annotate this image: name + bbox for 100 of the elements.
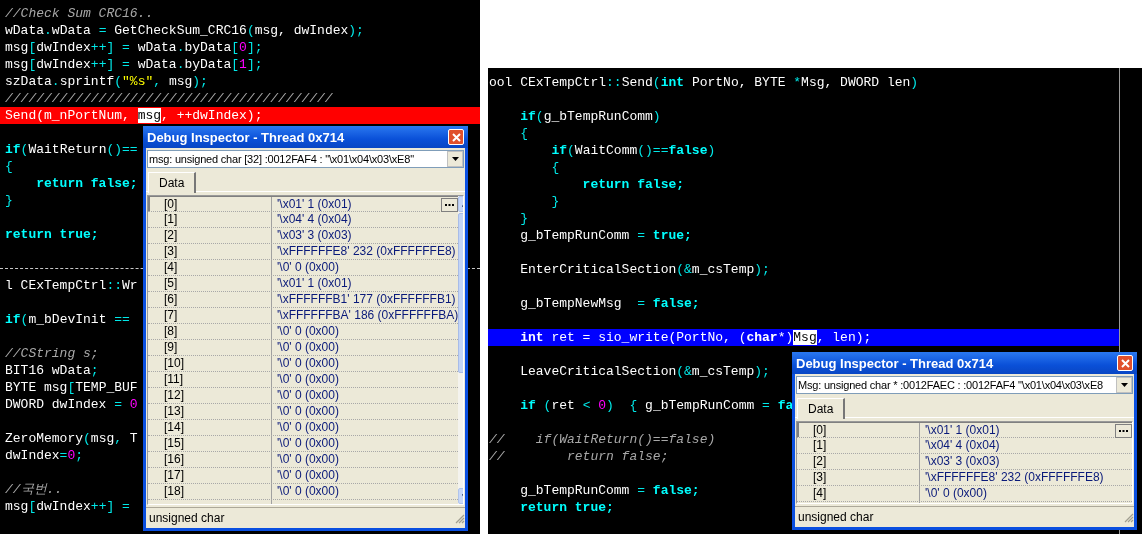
expression-dropdown[interactable]: Msg: unsigned char * :0012FAEC : :0012FAF4 "\x01\x04\x03\xE8 <box>796 376 1133 394</box>
close-button[interactable] <box>448 129 464 145</box>
value-cell-text: '\0' 0 (0x00) <box>924 486 988 501</box>
code-line: //Check Sum CRC16.. <box>4 5 154 22</box>
index-cell-text: [4] <box>812 486 828 501</box>
code-line: return true; <box>519 499 614 516</box>
value-cell-text: '\0' 0 (0x00) <box>276 260 340 275</box>
index-cell-text: [2] <box>812 454 828 469</box>
resize-grip-icon[interactable] <box>1123 511 1134 523</box>
expression-dropdown[interactable]: msg: unsigned char [32] :0012FAF4 : "\x01\x04\x03\xE8" <box>147 150 464 168</box>
code-line: } <box>550 193 560 210</box>
value-cell-text: '\0' 0 (0x00) <box>276 388 340 403</box>
value-cell-text: '\x04' 4 (0x04) <box>924 438 1001 453</box>
code-line: msg[dwIndex++] = wData.byData[0]; <box>4 39 263 56</box>
code-line: EnterCriticalSection(&m_csTemp); <box>519 261 770 278</box>
dropdown-arrow-icon <box>1120 383 1128 387</box>
value-cell-text: '\xFFFFFFB1' 177 (0xFFFFFFB1) <box>276 292 457 307</box>
index-cell-text: [1] <box>163 212 179 227</box>
code-line: dwIndex=0; <box>4 447 84 464</box>
status-text: unsigned char <box>149 511 225 525</box>
index-cell-text: [5] <box>163 276 179 291</box>
value-cell-text: '\0' 0 (0x00) <box>276 468 340 483</box>
code-line: } <box>519 210 528 227</box>
code-line: if(g_bTempRunComm) <box>519 108 661 125</box>
code-line: szData.sprintf("%s", msg); <box>4 73 208 90</box>
status-text: unsigned char <box>798 510 874 524</box>
value-cell-text: '\0' 0 (0x00) <box>276 372 340 387</box>
value-cell-text: '\xFFFFFFBA' 186 (0xFFFFFFBA) <box>276 308 459 323</box>
index-cell-text: [2] <box>163 228 179 243</box>
tab[interactable]: Data <box>148 172 197 193</box>
index-cell-text: [0] <box>163 197 179 212</box>
window-title: Debug Inspector - Thread 0x714 <box>147 129 345 145</box>
close-button[interactable] <box>1117 355 1133 371</box>
code-line: //CString s; <box>4 345 99 362</box>
value-cell-text: '\0' 0 (0x00) <box>276 484 340 499</box>
ellipsis-icon <box>445 203 455 206</box>
code-line: return false; <box>35 175 138 192</box>
value-cell-text: '\0' 0 (0x00) <box>276 404 340 419</box>
code-line: LeaveCriticalSection(&m_csTemp); <box>519 363 770 380</box>
close-icon <box>1120 358 1130 368</box>
index-cell-text: [17] <box>163 468 185 483</box>
code-line: l CExTempCtrl::Wr <box>4 277 138 294</box>
code-line: msg[dwIndex++] = <box>4 498 130 515</box>
index-cell-text: [16] <box>163 452 185 467</box>
ellipsis-icon <box>1119 429 1128 432</box>
value-cell-text: '\0' 0 (0x00) <box>276 436 340 451</box>
code-line: wData.wData = GetCheckSum_CRC16(msg, dwIndex); <box>4 22 364 39</box>
value-cell-text: '\0' 0 (0x00) <box>276 452 340 467</box>
value-cell-text: '\x03' 3 (0x03) <box>276 228 353 243</box>
index-cell-text: [14] <box>163 420 185 435</box>
code-line: return true; <box>4 226 99 243</box>
value-cell: '\x01' 1 (0x01) <box>919 423 1132 438</box>
value-cell: '\x01' 1 (0x01) <box>271 197 459 212</box>
code-line: msg[dwIndex++] = wData.byData[1]; <box>4 56 263 73</box>
code-line: ////////////////////////////////////////// <box>4 90 333 107</box>
index-cell-text: [11] <box>163 372 185 387</box>
index-cell-text: [3] <box>812 470 828 485</box>
code-line: DWORD dwIndex = 0 <box>4 396 138 413</box>
value-cell-text: '\0' 0 (0x00) <box>276 340 340 355</box>
index-cell-text: [12] <box>163 388 185 403</box>
code-line: // return false; <box>488 448 669 465</box>
resize-grip-icon[interactable] <box>454 512 465 524</box>
index-cell-text: [7] <box>163 308 179 323</box>
index-cell-text: [1] <box>812 438 828 453</box>
ellipsis-button[interactable] <box>441 197 459 212</box>
index-cell-text: [4] <box>163 260 179 275</box>
code-line: g_bTempRunComm = true; <box>519 227 692 244</box>
index-cell-text: [10] <box>163 356 185 371</box>
code-line: g_bTempNewMsg = false; <box>519 295 700 312</box>
value-cell-text: '\0' 0 (0x00) <box>276 324 340 339</box>
value-cell-text: '\xFFFFFFE8' 232 (0xFFFFFFE8) <box>924 470 1105 485</box>
code-line: { <box>519 125 528 142</box>
code-line: // if(WaitReturn()==false) <box>488 431 716 448</box>
code-line: g_bTempRunComm = false; <box>519 482 700 499</box>
index-cell-text: [3] <box>163 244 179 259</box>
value-cell-text: '\x01' 1 (0x01) <box>276 276 353 291</box>
code-line: ool CExTempCtrl::Send(int PortNo, BYTE *Msg, DWORD len) <box>488 74 919 91</box>
value-cell-text: '\0' 0 (0x00) <box>276 356 340 371</box>
code-line: BYTE msg[TEMP_BUF <box>4 379 138 396</box>
code-line: if(WaitReturn()== <box>4 141 138 158</box>
value-cell-text: '\xFFFFFFE8' 232 (0xFFFFFFE8) <box>276 244 457 259</box>
index-cell-text: [6] <box>163 292 179 307</box>
index-cell-text: [15] <box>163 436 185 451</box>
close-icon <box>451 132 461 142</box>
index-cell-text: [0] <box>812 423 828 438</box>
code-line: if(WaitComm()==false) <box>550 142 716 159</box>
code-line: { <box>550 159 560 176</box>
index-cell-text: [18] <box>163 484 185 499</box>
window-title: Debug Inspector - Thread 0x714 <box>796 355 994 371</box>
code-line: if(m_bDevInit == <box>4 311 130 328</box>
tab[interactable]: Data <box>797 398 846 419</box>
value-cell-text: '\x04' 4 (0x04) <box>276 212 353 227</box>
ellipsis-button[interactable] <box>1115 423 1132 438</box>
index-cell-text: [9] <box>163 340 179 355</box>
code-line: //국번.. <box>4 481 63 498</box>
code-line: if (ret < 0) { g_bTempRunComm = fa <box>519 397 794 414</box>
code-line: ZeroMemory(msg, T <box>4 430 138 447</box>
dropdown-button[interactable] <box>1116 377 1132 393</box>
dropdown-button[interactable] <box>447 151 463 167</box>
code-line: } <box>4 192 13 209</box>
